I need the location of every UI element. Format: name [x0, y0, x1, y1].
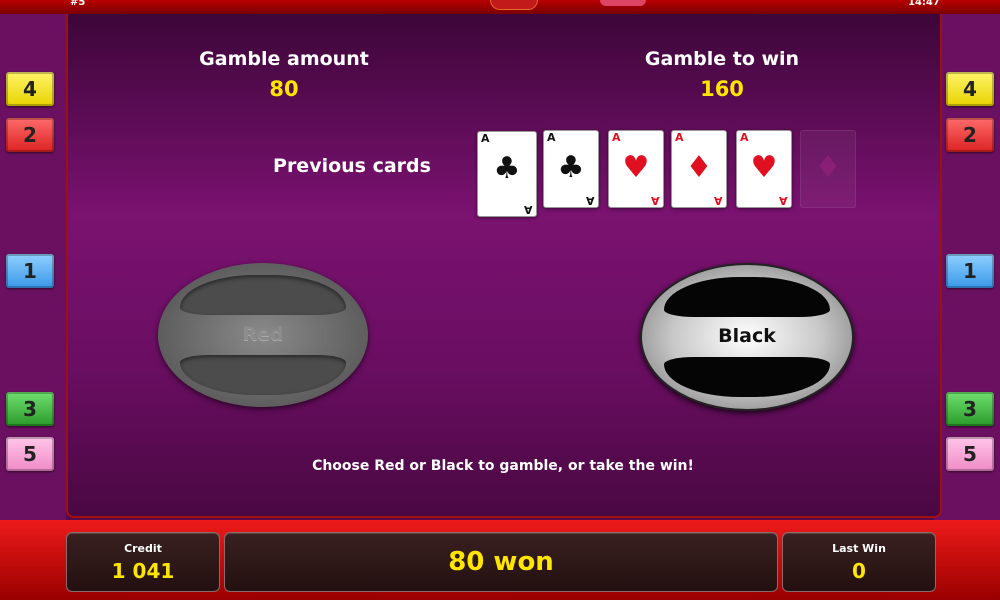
previous-card: A A ♣: [543, 130, 599, 208]
top-bar: #5 14:47: [0, 0, 1000, 14]
card-rank: A: [675, 131, 684, 144]
card-rank: A: [740, 131, 749, 144]
gamble-to-win-value: 160: [700, 77, 744, 101]
credit-box: Credit 1 041: [66, 532, 220, 592]
line-button-5-right[interactable]: 5: [946, 437, 994, 471]
message-box: 80 won: [224, 532, 778, 592]
black-button-label: Black: [718, 325, 776, 347]
card-suit-icon: ♣: [557, 150, 585, 185]
credit-label: Credit: [124, 542, 162, 555]
previous-card: A A ♦: [671, 130, 727, 208]
gamble-hint: Choose Red or Black to gamble, or take t…: [312, 458, 694, 474]
card-suit-icon: ♥: [622, 150, 650, 185]
last-win-label: Last Win: [832, 542, 886, 555]
card-suit-icon: ♦: [685, 150, 713, 185]
line-button-2-right[interactable]: 2: [946, 118, 994, 152]
card-rank: A: [524, 203, 533, 216]
previous-card: A A ♥: [736, 130, 792, 208]
card-suit-icon: ♦: [814, 150, 842, 185]
black-button[interactable]: Black: [640, 263, 854, 411]
button-slot: [664, 277, 830, 317]
gamble-amount-label: Gamble amount: [199, 48, 369, 70]
line-button-5-left[interactable]: 5: [6, 437, 54, 471]
line-button-1-right[interactable]: 1: [946, 254, 994, 288]
button-slot: [664, 357, 830, 397]
button-slot: [180, 275, 346, 315]
line-button-3-left[interactable]: 3: [6, 392, 54, 426]
line-button-2-left[interactable]: 2: [6, 118, 54, 152]
card-suit-icon: ♥: [750, 150, 778, 185]
last-win-box: Last Win 0: [782, 532, 936, 592]
top-decoration: [490, 0, 538, 10]
card-rank: A: [714, 194, 723, 207]
clock: 14:47: [908, 0, 940, 8]
line-button-4-right[interactable]: 4: [946, 72, 994, 106]
line-button-3-right[interactable]: 3: [946, 392, 994, 426]
line-button-4-left[interactable]: 4: [6, 72, 54, 106]
gamble-to-win-label: Gamble to win: [644, 48, 800, 70]
previous-card: A A ♥: [608, 130, 664, 208]
card-rank: A: [586, 194, 595, 207]
card-rank: A: [547, 131, 556, 144]
card-rank: A: [612, 131, 621, 144]
card-rank: A: [779, 194, 788, 207]
credit-value: 1 041: [111, 559, 175, 583]
previous-card: A A ♣: [477, 131, 537, 217]
previous-card: ♦: [800, 130, 856, 208]
card-rank: A: [651, 194, 660, 207]
last-win-value: 0: [852, 559, 866, 583]
button-slot: [180, 355, 346, 395]
red-button[interactable]: Red: [158, 263, 368, 407]
gamble-amount-value: 80: [269, 77, 299, 101]
win-message: 80 won: [448, 547, 554, 577]
game-number: #5: [70, 0, 86, 8]
card-rank: A: [481, 132, 490, 145]
line-button-1-left[interactable]: 1: [6, 254, 54, 288]
card-suit-icon: ♣: [493, 151, 521, 186]
red-button-label: Red: [242, 323, 284, 345]
previous-cards-label: Previous cards: [273, 155, 431, 177]
top-decoration: [600, 0, 646, 6]
